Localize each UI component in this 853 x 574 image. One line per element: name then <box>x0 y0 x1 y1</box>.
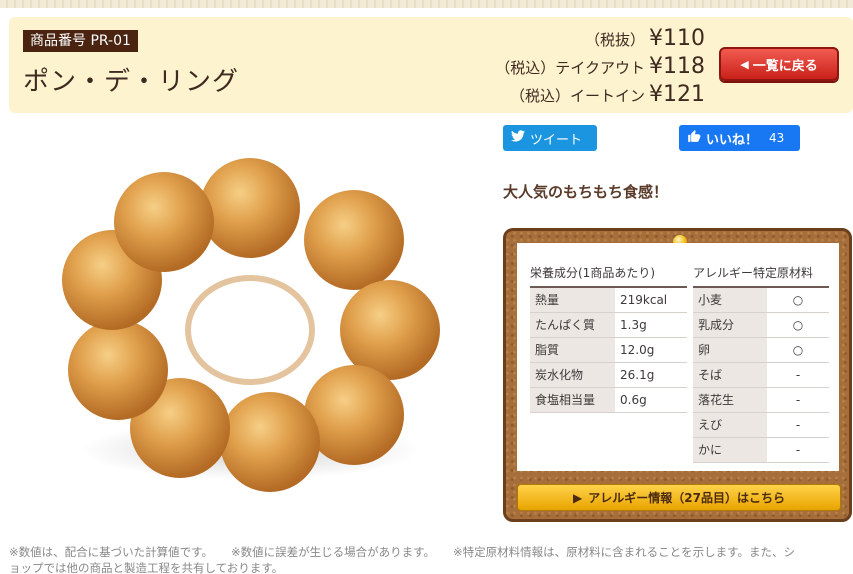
price-label: （税込）イートイン <box>509 87 645 105</box>
allergen-value: - <box>767 437 829 463</box>
nutrition-table-title: 栄養成分(1商品あたり) <box>530 266 655 280</box>
allergen-value: ○ <box>767 312 829 338</box>
price-value: ¥110 <box>649 26 705 51</box>
table-row: 熱量 219kcal <box>530 287 687 313</box>
nutrient-name: 炭水化物 <box>530 362 615 388</box>
table-row: 小麦 ○ <box>693 287 829 313</box>
price-value: ¥118 <box>649 54 705 79</box>
allergen-name: 卵 <box>693 337 767 363</box>
nutrient-value: 1.3g <box>615 312 687 338</box>
thumbs-up-icon <box>687 129 701 147</box>
price-row-eat-in: （税込）イートイン ¥121 <box>495 82 705 110</box>
table-row: 落花生 - <box>693 387 829 413</box>
nutrient-value: 219kcal <box>615 287 687 313</box>
price-label: （税込）テイクアウト <box>495 59 645 77</box>
allergen-value: - <box>767 362 829 388</box>
back-to-list-button[interactable]: ◀ 一覧に戻る <box>719 47 839 81</box>
table-row: 炭水化物 26.1g <box>530 362 687 388</box>
table-row: 乳成分 ○ <box>693 312 829 338</box>
allergen-name: 小麦 <box>693 287 767 313</box>
facebook-like-button[interactable]: いいね！ 43 <box>679 125 800 151</box>
nutrient-value: 26.1g <box>615 362 687 388</box>
allergy-table: 小麦 ○ 乳成分 ○ 卵 ○ そば - 落花生 - えび - かに - <box>693 286 829 463</box>
allergen-value: ○ <box>767 287 829 313</box>
product-image <box>40 150 460 500</box>
product-catchphrase: 大人気のもちもち食感！ <box>503 183 669 201</box>
footer-note: ョップでは他の商品と製造工程を共有しております。 <box>9 561 284 574</box>
tweet-label: ツイート <box>530 132 583 148</box>
table-row: 脂質 12.0g <box>530 337 687 363</box>
nutrient-name: たんぱく質 <box>530 312 615 338</box>
price-value: ¥121 <box>649 82 705 107</box>
footer-notes: ※数値は、配合に基づいた計算値です。 ※数値に誤差が生じる場合があります。 ※特定原… <box>9 544 853 574</box>
allergen-value: ○ <box>767 337 829 363</box>
price-list: （税抜） ¥110 （税込）テイクアウト ¥118 （税込）イートイン ¥121 <box>495 26 705 110</box>
table-row: 卵 ○ <box>693 337 829 363</box>
price-label: （税抜） <box>584 31 645 49</box>
allergen-name: かに <box>693 437 767 463</box>
pon-de-ring-donut-image <box>62 158 440 492</box>
nutrient-value: 0.6g <box>615 387 687 413</box>
allergy-info-button[interactable]: ▶ アレルギー情報（27品目）はこちら <box>517 484 841 511</box>
allergen-name: えび <box>693 412 767 438</box>
footer-note: ※数値に誤差が生じる場合があります。 <box>230 545 435 559</box>
arrow-left-icon: ◀ <box>740 57 749 71</box>
allergen-value: - <box>767 387 829 413</box>
nutrient-name: 食塩相当量 <box>530 387 615 413</box>
price-row-excl-tax: （税抜） ¥110 <box>495 26 705 54</box>
back-button-label: 一覧に戻る <box>752 58 818 74</box>
like-count: 43 <box>769 131 785 145</box>
allergy-info-label: アレルギー情報（27品目）はこちら <box>588 491 785 505</box>
table-row: たんぱく質 1.3g <box>530 312 687 338</box>
product-code-badge: 商品番号 PR-01 <box>23 30 138 52</box>
footer-note: ※数値は、配合に基づいた計算値です。 <box>9 545 213 559</box>
info-paper: 栄養成分(1商品あたり) アレルギー特定原材料 熱量 219kcal たんぱく質 1… <box>517 243 839 471</box>
tweet-button[interactable]: ツイート <box>503 125 597 151</box>
footer-line-1: ※数値は、配合に基づいた計算値です。 ※数値に誤差が生じる場合があります。 ※特定原… <box>9 544 853 560</box>
allergen-value: - <box>767 412 829 438</box>
allergen-name: 落花生 <box>693 387 767 413</box>
nutrient-value: 12.0g <box>615 337 687 363</box>
allergen-name: 乳成分 <box>693 312 767 338</box>
price-row-takeout: （税込）テイクアウト ¥118 <box>495 54 705 82</box>
product-header: 商品番号 PR-01 ポン・デ・リング （税抜） ¥110 （税込）テイクアウト ¥… <box>9 17 853 113</box>
nutrition-table: 熱量 219kcal たんぱく質 1.3g 脂質 12.0g 炭水化物 26.1g 食塩… <box>530 286 687 413</box>
top-decorative-stripe <box>0 0 853 8</box>
table-row: そば - <box>693 362 829 388</box>
nutrient-name: 熱量 <box>530 287 615 313</box>
play-triangle-icon: ▶ <box>573 490 583 505</box>
cork-info-board: 栄養成分(1商品あたり) アレルギー特定原材料 熱量 219kcal たんぱく質 1… <box>503 228 852 522</box>
allergen-name: そば <box>693 362 767 388</box>
table-row: えび - <box>693 412 829 438</box>
nutrient-name: 脂質 <box>530 337 615 363</box>
like-label: いいね！ <box>706 132 759 148</box>
footer-note: ※特定原材料情報は、原材料に含まれることを示します。また、シ <box>452 545 795 559</box>
twitter-bird-icon <box>511 130 525 146</box>
table-row: かに - <box>693 437 829 463</box>
table-row: 食塩相当量 0.6g <box>530 387 687 413</box>
allergy-table-title: アレルギー特定原材料 <box>693 266 814 280</box>
product-name: ポン・デ・リング <box>23 67 240 97</box>
